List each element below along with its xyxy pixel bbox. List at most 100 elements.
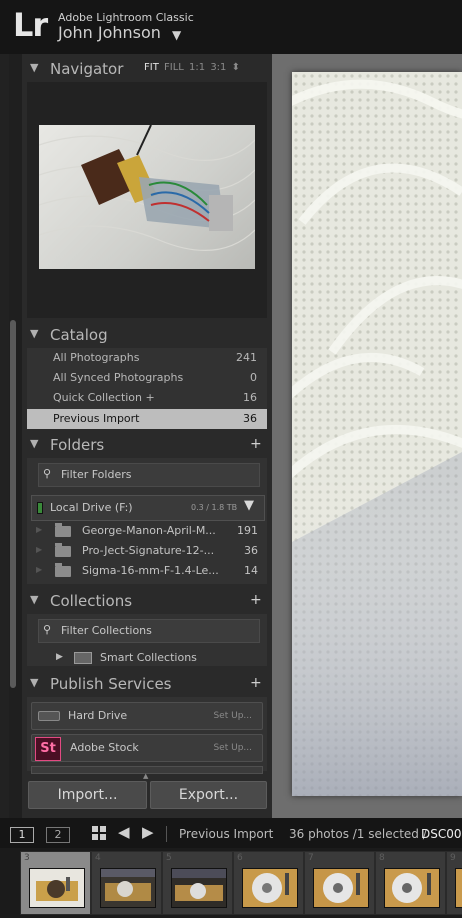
catalog-item-count: 36 [243,412,257,425]
catalog-item-previous-import[interactable]: Previous Import 36 [27,409,267,429]
smart-collections-item[interactable]: Smart Collections [100,651,197,664]
thumbnail-index: 4 [95,853,101,863]
expand-arrow-icon[interactable]: ▶ [36,525,42,534]
add-collection-plus-icon[interactable]: + [250,592,262,608]
folder-icon [55,523,71,537]
collapse-triangle-icon[interactable]: ▼ [30,327,38,340]
folder-icon [55,563,71,577]
thumbnail-index: 7 [308,853,314,863]
filter-folders-input[interactable]: ⚲ Filter Folders [38,463,260,487]
folder-name: Pro-Ject-Signature-12-... [82,544,215,557]
drive-collapse-triangle-icon[interactable]: ▼ [244,498,254,513]
filmstrip-thumbnail[interactable]: 5 [162,851,233,915]
filmstrip-thumbnail[interactable]: 9 [446,851,462,915]
smart-collection-set-icon [74,652,92,664]
set-up-link[interactable]: Set Up... [213,711,252,721]
filmstrip-thumbnail[interactable]: 6 [233,851,304,915]
zoom-3-1[interactable]: 3:1 [210,62,226,73]
adobe-stock-icon: St [35,737,61,761]
folder-row[interactable]: ▶ Sigma-16-mm-F-1.4-Le... 14 [27,561,267,581]
selected-filename: DSC00 [421,827,462,841]
thumbnail-image [171,868,227,908]
filmstrip-thumbnail[interactable]: 7 [304,851,375,915]
thumbnail-image [242,868,298,908]
search-icon: ⚲ [43,467,52,480]
publish-service-hard-drive[interactable]: Hard Drive Set Up... [31,702,263,730]
filmstrip-thumbnail[interactable]: 3 [20,851,91,915]
service-name: Adobe Stock [70,741,139,754]
previous-photo-arrow-icon[interactable]: ◀ [118,823,130,841]
folder-icon [55,543,71,557]
add-folder-plus-icon[interactable]: + [250,436,262,452]
expand-arrow-icon[interactable]: ▶ [36,565,42,574]
catalog-header[interactable]: ▼ Catalog [26,323,270,347]
catalog-item-label: All Synced Photographs [53,371,184,384]
user-name[interactable]: John Johnson [58,23,161,42]
zoom-fill[interactable]: FILL [164,62,184,73]
collapse-triangle-icon[interactable]: ▼ [30,437,38,450]
filter-folders-placeholder: Filter Folders [61,468,132,481]
next-photo-arrow-icon[interactable]: ▶ [142,823,154,841]
catalog-item-label: All Photographs [53,351,140,364]
thumbnail-index: 5 [166,853,172,863]
search-icon: ⚲ [43,623,52,636]
filmstrip-thumbnail[interactable]: 4 [91,851,162,915]
catalog-item-all-synced[interactable]: All Synced Photographs 0 [27,368,267,388]
expand-arrow-icon[interactable]: ▶ [36,545,42,554]
user-menu-arrow-icon[interactable]: ▼ [172,28,181,42]
add-publish-service-plus-icon[interactable]: + [250,675,262,691]
navigator-zoom-options: FIT FILL 1:1 3:1 ⬍ [144,62,240,73]
catalog-item-count: 0 [250,371,257,384]
publish-service-adobe-stock[interactable]: Adobe Stock Set Up... [31,734,263,762]
collections-header[interactable]: ▼ Collections [26,589,270,613]
toolbar-divider [166,826,167,842]
expand-arrow-icon[interactable]: ▶ [56,652,63,662]
folders-title: Folders [50,436,105,454]
collections-title: Collections [50,592,133,610]
filmstrip-thumbnail[interactable]: 8 [375,851,446,915]
folder-count: 14 [244,564,258,577]
left-panel-scrollbar[interactable] [10,320,16,688]
main-photo[interactable] [292,72,462,796]
zoom-1-1[interactable]: 1:1 [189,62,205,73]
service-name: Hard Drive [68,709,128,722]
publish-services-header[interactable]: ▼ Publish Services [26,672,270,696]
thumbnail-image [313,868,369,908]
folder-count: 36 [244,544,258,557]
folders-header[interactable]: ▼ Folders [26,433,270,457]
folder-name: Sigma-16-mm-F-1.4-Le... [82,564,219,577]
navigator-title: Navigator [50,60,124,78]
thumbnail-image [384,868,440,908]
catalog-item-quick-collection[interactable]: Quick Collection + 16 [27,388,267,408]
folder-name: George-Manon-April-M... [82,524,216,537]
panel-resize-handle-icon[interactable]: ▲ [143,772,148,780]
folder-row[interactable]: ▶ Pro-Ject-Signature-12-... 36 [27,541,267,561]
thumbnail-index: 3 [24,853,30,863]
filter-collections-placeholder: Filter Collections [61,624,152,637]
export-button[interactable]: Export... [150,781,267,809]
thumbnail-index: 9 [450,853,456,863]
left-panel-collapse-strip[interactable] [0,54,9,818]
navigator-preview-image[interactable] [39,125,255,269]
import-button[interactable]: Import... [28,781,147,809]
secondary-window-view-button[interactable]: 2 [46,827,70,843]
main-window-view-button[interactable]: 1 [10,827,34,843]
filter-collections-input[interactable]: ⚲ Filter Collections [38,619,260,643]
folder-row[interactable]: ▶ George-Manon-April-M... 191 [27,521,267,541]
photo-count: 36 photos /1 selected / [289,827,427,841]
grid-view-icon[interactable] [92,826,106,840]
catalog-item-all-photographs[interactable]: All Photographs 241 [27,348,267,368]
catalog-item-count: 16 [243,391,257,404]
collapse-triangle-icon[interactable]: ▼ [30,61,38,74]
collapse-triangle-icon[interactable]: ▼ [30,676,38,689]
thumbnail-image [455,868,462,908]
folder-count: 191 [237,524,258,537]
zoom-menu-icon[interactable]: ⬍ [232,62,240,73]
set-up-link[interactable]: Set Up... [213,743,252,753]
zoom-fit[interactable]: FIT [144,62,159,73]
filmstrip-source[interactable]: Previous Import [179,827,273,841]
collapse-triangle-icon[interactable]: ▼ [30,593,38,606]
thumbnail-index: 8 [379,853,385,863]
lightroom-logo: Lr [13,6,48,44]
catalog-title: Catalog [50,326,108,344]
